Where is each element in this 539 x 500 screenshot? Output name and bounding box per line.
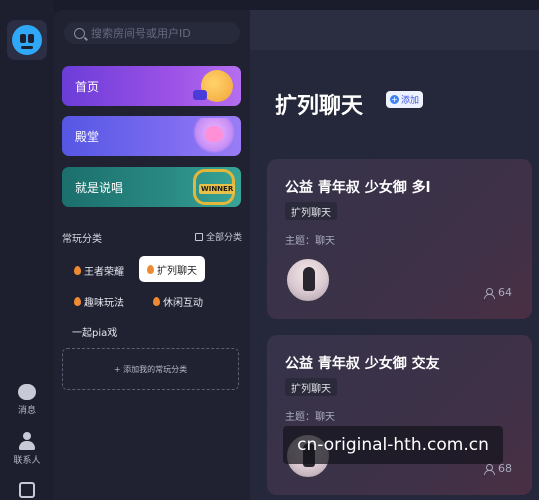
people-count: 68 xyxy=(498,462,512,475)
search-icon xyxy=(74,27,85,39)
search-input[interactable] xyxy=(91,26,231,40)
add-category-label: + 添加我的常玩分类 xyxy=(113,364,188,374)
room-title: 公益 青年叔 少女御 多l xyxy=(285,180,431,196)
grid-icon xyxy=(194,232,203,241)
banner-rap-label: 就是说唱 xyxy=(75,180,124,195)
room-topic: 主题：聊天 xyxy=(285,412,335,423)
fire-icon xyxy=(74,296,81,306)
chip-label: 王者荣耀 xyxy=(84,266,124,278)
nav-edit[interactable] xyxy=(0,482,54,500)
nav-contacts-label: 联系人 xyxy=(13,456,41,466)
person-icon xyxy=(484,463,495,475)
chip-label: 休闲互动 xyxy=(163,297,203,309)
nav-messages[interactable]: 消息 xyxy=(0,384,54,416)
banner-home-label: 首页 xyxy=(75,79,100,94)
chip-pia[interactable]: 一起pia戏 xyxy=(64,318,125,344)
person-icon xyxy=(484,287,495,299)
watermark: cn-original-hth.com.cn xyxy=(283,426,503,464)
edit-icon xyxy=(19,482,35,498)
room-card[interactable]: 公益 青年叔 少女御 交友 扩列聊天 主题：聊天 68 xyxy=(267,335,532,495)
nav-contacts[interactable]: 联系人 xyxy=(0,432,54,466)
room-tag: 扩列聊天 xyxy=(285,202,337,220)
banner-home[interactable]: 首页 xyxy=(62,66,241,106)
categories-title: 常玩分类 xyxy=(62,234,102,245)
top-bar xyxy=(250,10,539,50)
app-logo[interactable] xyxy=(7,20,47,60)
chip-kuolie[interactable]: 扩列聊天 xyxy=(139,256,205,282)
avatar xyxy=(285,257,331,303)
fire-icon xyxy=(147,264,154,274)
heart-trophy-icon xyxy=(193,118,235,154)
room-title: 公益 青年叔 少女御 交友 xyxy=(285,356,440,372)
banner-rap[interactable]: 就是说唱 xyxy=(62,167,241,207)
add-category-button[interactable]: + 添加我的常玩分类 xyxy=(62,348,239,390)
add-category-tag[interactable]: + 添加 xyxy=(386,91,424,108)
chip-label: 一起pia戏 xyxy=(72,327,118,339)
logo-face-icon xyxy=(12,25,42,55)
emoji-megaphone-icon xyxy=(193,70,233,102)
room-tag: 扩列聊天 xyxy=(285,378,337,396)
app-rail: 消息 联系人 xyxy=(0,0,54,500)
search-bar[interactable] xyxy=(64,22,240,44)
chip-label: 扩列聊天 xyxy=(157,265,197,277)
category-panel: 首页 殿堂 就是说唱 常玩分类 全部分类 王者荣耀 扩列聊天 趣味玩法 休闲互动… xyxy=(54,10,250,500)
room-topic: 主题：聊天 xyxy=(285,236,335,247)
room-people-count: 64 xyxy=(484,286,512,299)
chip-wangzhe[interactable]: 王者荣耀 xyxy=(66,257,132,283)
banner-hall-label: 殿堂 xyxy=(75,129,100,144)
nav-messages-label: 消息 xyxy=(17,406,36,416)
contacts-icon xyxy=(18,432,36,450)
all-categories-label: 全部分类 xyxy=(205,233,242,243)
page-title: 扩列聊天 xyxy=(275,94,364,119)
chip-xiuxian[interactable]: 休闲互动 xyxy=(145,288,211,314)
fire-icon xyxy=(74,265,81,275)
winner-chain-icon xyxy=(193,169,236,205)
people-count: 64 xyxy=(498,286,512,299)
message-icon xyxy=(18,384,36,400)
banner-hall[interactable]: 殿堂 xyxy=(62,116,241,156)
add-tag-label: 添加 xyxy=(401,96,420,106)
all-categories-link[interactable]: 全部分类 xyxy=(194,230,242,243)
fire-icon xyxy=(153,296,160,306)
room-card[interactable]: 公益 青年叔 少女御 多l 扩列聊天 主题：聊天 64 xyxy=(267,159,532,319)
chip-label: 趣味玩法 xyxy=(84,297,124,309)
chip-quwei[interactable]: 趣味玩法 xyxy=(66,288,132,314)
plus-icon: + xyxy=(390,95,399,104)
